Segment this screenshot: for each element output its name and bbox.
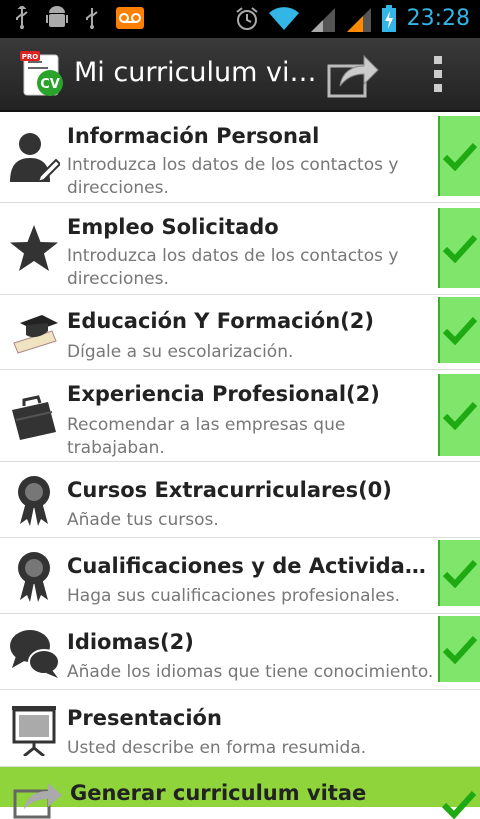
action-bar: CV PRO Mi curriculum vi… (0, 38, 480, 112)
item-subtitle: Introduzca los datos de los contactos y … (67, 246, 399, 289)
briefcase-icon (12, 395, 56, 440)
checkmark-icon (443, 234, 477, 263)
checkmark-icon (443, 316, 477, 345)
item-title: Empleo Solicitado (67, 215, 279, 239)
signal-icon (346, 8, 371, 32)
person-icon (10, 133, 60, 182)
list-item-courses[interactable]: Cursos Extracurriculares(0) Añade tus cu… (0, 462, 480, 538)
checkmark-icon (443, 401, 477, 430)
completed-indicator (438, 374, 480, 456)
list-item-languages[interactable]: Idiomas(2) Añade los idiomas que tiene c… (0, 614, 480, 690)
list-item-personal-info[interactable]: Información Personal Introduzca los dato… (0, 112, 480, 203)
star-icon (10, 225, 58, 271)
svg-text:PRO: PRO (22, 53, 39, 61)
completed-indicator (438, 116, 480, 196)
graduation-icon (13, 315, 58, 354)
completed-indicator (438, 616, 480, 682)
signal-icon (310, 8, 335, 32)
app-title: Mi curriculum vi… (74, 57, 317, 88)
item-subtitle: Introduzca los datos de los contactos y … (67, 155, 399, 198)
item-title: Presentación (67, 706, 222, 730)
award-ribbon-icon (18, 476, 50, 526)
clock: 23:28 (406, 6, 470, 31)
overflow-menu-icon[interactable] (426, 52, 450, 96)
android-debug-icon (46, 6, 68, 27)
share-icon (13, 783, 62, 819)
list-item-presentation[interactable]: Presentación Usted describe en forma res… (0, 690, 480, 767)
checkmark-icon (442, 790, 476, 819)
item-title: Cursos Extracurriculares(0) (67, 478, 392, 502)
voicemail-icon (116, 7, 144, 29)
share-icon[interactable] (326, 48, 380, 100)
item-title: Información Personal (67, 124, 320, 148)
item-subtitle: Haga sus cualificaciones profesionales. (67, 586, 400, 606)
item-subtitle: Añade los idiomas que tiene conocimiento… (67, 662, 434, 682)
generate-cv-button[interactable]: Generar curriculum vitae (0, 767, 480, 819)
item-title: Educación Y Formación(2) (67, 309, 374, 333)
wifi-icon (268, 7, 299, 30)
battery-charging-icon (381, 5, 396, 32)
list-item-education[interactable]: Educación Y Formación(2) Dígale a su esc… (0, 295, 480, 370)
alarm-icon (235, 7, 258, 30)
svg-text:CV: CV (40, 77, 60, 92)
item-title: Cualificaciones y de Actividades … (67, 554, 439, 578)
item-subtitle: Dígale a su escolarización. (67, 342, 294, 362)
item-subtitle: Añade tus cursos. (67, 510, 219, 530)
list-item-experience[interactable]: Experiencia Profesional(2) Recomendar a … (0, 370, 480, 462)
item-title: Idiomas(2) (67, 630, 194, 654)
chat-bubbles-icon (10, 630, 60, 678)
completed-indicator (438, 540, 480, 606)
item-subtitle: Recomendar a las empresas que trabajaban… (67, 415, 346, 458)
completed-indicator (438, 297, 480, 363)
checkmark-icon (443, 559, 477, 588)
status-bar: 23:28 (0, 0, 480, 38)
presentation-board-icon (12, 706, 56, 756)
cv-pro-app-icon[interactable]: CV PRO (20, 51, 64, 97)
item-title: Experiencia Profesional(2) (67, 382, 380, 406)
usb-icon (16, 6, 28, 29)
completed-indicator (438, 208, 480, 288)
award-ribbon-icon (18, 552, 50, 602)
list-item-qualifications[interactable]: Cualificaciones y de Actividades … Haga … (0, 538, 480, 614)
list-item-job-applied[interactable]: Empleo Solicitado Introduzca los datos d… (0, 203, 480, 295)
item-subtitle: Usted describe en forma resumida. (67, 738, 367, 758)
checkmark-icon (443, 635, 477, 664)
usb-icon (86, 8, 98, 29)
checkmark-icon (443, 142, 477, 171)
generate-cv-label: Generar curriculum vitae (70, 781, 367, 805)
